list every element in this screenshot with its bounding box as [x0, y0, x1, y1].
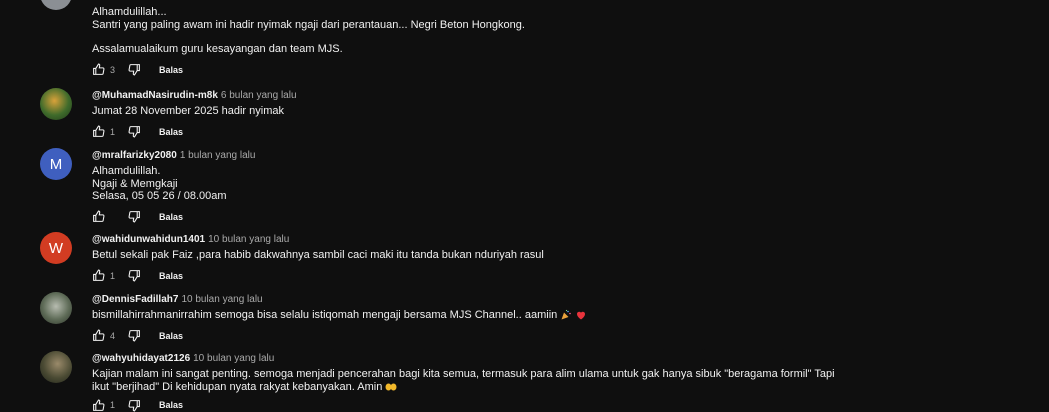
avatar[interactable]: W	[40, 232, 72, 264]
comment-actions: 1 Balas	[92, 125, 1041, 139]
like-icon[interactable]	[92, 269, 105, 282]
comment-text: bismillahirrahmanirrahim semoga bisa sel…	[92, 309, 1041, 322]
comment-line: Santri yang paling awam ini hadir nyimak…	[92, 18, 525, 31]
comment-text: Alhamdulillah... Santri yang paling awam…	[92, 6, 1041, 56]
party-popper-icon	[560, 309, 572, 321]
comment-header: @MuhamadNasirudin-m8k 6 bulan yang lalu	[92, 90, 1041, 102]
comment-actions: Balas	[92, 210, 1041, 224]
comment-line: Ngaji & Memgkaji	[92, 177, 178, 190]
red-heart-icon	[575, 309, 587, 321]
timestamp[interactable]: 10 bulan yang lalu	[208, 234, 289, 245]
avatar[interactable]	[40, 0, 72, 10]
comment-line: Betul sekali pak Faiz ,para habib dakwah…	[92, 249, 544, 261]
avatar[interactable]	[40, 88, 72, 120]
author-name[interactable]: @wahyuhidayat2126	[92, 353, 190, 364]
avatar[interactable]	[40, 351, 72, 383]
avatar[interactable]	[40, 292, 72, 324]
author-name[interactable]: @mralfarizky2080	[92, 150, 177, 161]
comment-line: Alhamdulillah.	[92, 165, 161, 177]
comment-text: Alhamdulillah. Ngaji & Memgkaji Selasa, …	[92, 165, 1041, 203]
comment-actions: 1 Balas	[92, 398, 1041, 412]
comment-text: Betul sekali pak Faiz ,para habib dakwah…	[92, 249, 1041, 262]
timestamp[interactable]: 10 bulan yang lalu	[193, 353, 274, 364]
timestamp[interactable]: 10 bulan yang lalu	[181, 294, 262, 305]
like-icon[interactable]	[92, 329, 105, 342]
like-icon[interactable]	[92, 63, 105, 76]
like-count: 1	[110, 270, 116, 281]
dislike-icon[interactable]	[128, 63, 141, 76]
dislike-icon[interactable]	[128, 399, 141, 412]
comment-line: Jumat 28 November 2025 hadir nyimak	[92, 105, 284, 117]
raising-hands-icon	[385, 381, 397, 392]
comment-header: @wahidunwahidun1401 10 bulan yang lalu	[92, 234, 1041, 246]
comment-actions: 3 Balas	[92, 63, 1041, 77]
comment-line: ikut "berjihad" Di kehidupan nyata rakya…	[92, 380, 383, 393]
dislike-icon[interactable]	[128, 269, 141, 282]
comment-header: @mralfarizky2080 1 bulan yang lalu	[92, 150, 1041, 162]
reply-button[interactable]: Balas	[159, 271, 183, 281]
comment-line: Selasa, 05 05 26 / 08.00am	[92, 190, 227, 202]
reply-button[interactable]: Balas	[159, 212, 183, 222]
like-icon[interactable]	[92, 210, 105, 223]
like-icon[interactable]	[92, 399, 105, 412]
comment-line: bismillahirrahmanirrahim semoga bisa sel…	[92, 309, 558, 321]
dislike-icon[interactable]	[128, 125, 141, 138]
like-icon[interactable]	[92, 125, 105, 138]
author-name[interactable]: @DennisFadillah7	[92, 294, 178, 305]
comment-header: @wahyuhidayat2126 10 bulan yang lalu	[92, 353, 1041, 365]
like-count: 1	[110, 126, 116, 137]
author-name[interactable]: @MuhamadNasirudin-m8k	[92, 90, 218, 101]
dislike-icon[interactable]	[128, 329, 141, 342]
reply-button[interactable]: Balas	[159, 331, 183, 341]
avatar[interactable]: M	[40, 148, 72, 180]
reply-button[interactable]: Balas	[159, 127, 183, 137]
like-count: 4	[110, 330, 116, 341]
comment-actions: 1 Balas	[92, 269, 1041, 283]
comment-text: Jumat 28 November 2025 hadir nyimak	[92, 105, 1041, 118]
comment-line: Kajian malam ini sangat penting. semoga …	[92, 368, 835, 380]
comment-line: Alhamdulillah...	[92, 6, 167, 18]
like-count: 3	[110, 64, 116, 75]
timestamp[interactable]: 6 bulan yang lalu	[221, 90, 297, 101]
dislike-icon[interactable]	[128, 210, 141, 223]
comment-header: @DennisFadillah7 10 bulan yang lalu	[92, 294, 1041, 306]
timestamp[interactable]: 1 bulan yang lalu	[180, 150, 256, 161]
comment-actions: 4 Balas	[92, 329, 1041, 343]
comment-line: Assalamualaikum guru kesayangan dan team…	[92, 43, 343, 55]
reply-button[interactable]: Balas	[159, 65, 183, 75]
author-name[interactable]: @wahidunwahidun1401	[92, 234, 205, 245]
comment-text: Kajian malam ini sangat penting. semoga …	[92, 368, 1041, 393]
